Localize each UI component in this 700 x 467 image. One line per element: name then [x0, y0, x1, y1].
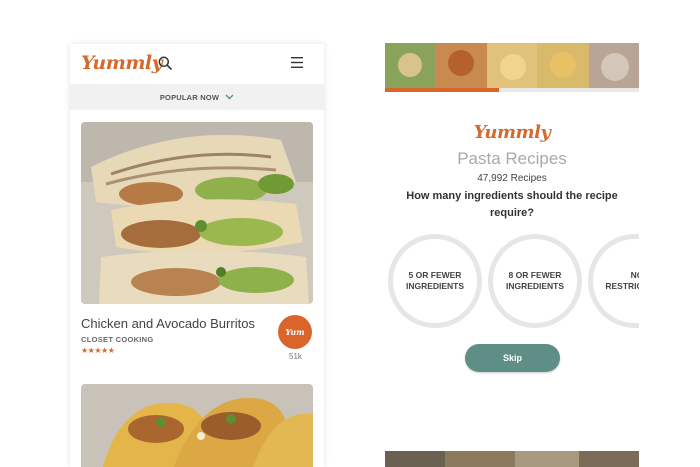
recipe-filter-screen: Yummly Pasta Recipes 47,992 Recipes How …: [385, 43, 639, 467]
option-label: NO RESTRICTIONS: [605, 270, 639, 291]
page-title: Pasta Recipes: [457, 149, 567, 168]
recipe-image-tacos[interactable]: [81, 384, 313, 467]
yummly-logo: Yummly: [473, 122, 551, 143]
chevron-down-icon: [225, 94, 234, 100]
progress-bar: [385, 88, 639, 92]
yum-button-label: Yum: [285, 327, 305, 337]
option-label: 5 OR FEWER INGREDIENTS: [405, 270, 465, 291]
skip-button[interactable]: Skip: [465, 344, 560, 372]
option-8-or-fewer[interactable]: 8 OR FEWER INGREDIENTS: [488, 234, 582, 328]
option-5-or-fewer[interactable]: 5 OR FEWER INGREDIENTS: [388, 234, 482, 328]
popular-now-dropdown[interactable]: POPULAR NOW: [70, 84, 324, 110]
recipe-title[interactable]: Chicken and Avocado Burritos: [81, 316, 255, 331]
pasta-photo-strip-top: [385, 43, 639, 88]
yummly-logo[interactable]: Yummly: [81, 52, 163, 74]
app-header: Yummly: [70, 44, 324, 84]
yum-button[interactable]: Yum: [278, 315, 312, 349]
filter-question: How many ingredients should the recipe r…: [406, 190, 618, 219]
pasta-photo-strip-bottom: [385, 451, 639, 467]
yum-count: 51k: [289, 352, 302, 361]
option-label: 8 OR FEWER INGREDIENTS: [505, 270, 565, 291]
option-no-restrictions[interactable]: NO RESTRICTIONS: [588, 234, 639, 328]
recipe-image-burritos[interactable]: [81, 122, 313, 304]
popular-now-label: POPULAR NOW: [159, 92, 220, 102]
home-screen: Yummly POPULAR NOW Chicken and Avocado B…: [70, 44, 324, 467]
skip-button-label: Skip: [502, 353, 522, 363]
star-rating: ★★★★★: [81, 346, 115, 355]
progress-bar-fill: [385, 88, 500, 92]
search-icon[interactable]: [158, 56, 172, 70]
recipe-source[interactable]: CLOSET COOKING: [81, 335, 154, 344]
recipe-count: 47,992 Recipes: [477, 173, 547, 184]
hamburger-menu-icon[interactable]: [291, 57, 303, 68]
